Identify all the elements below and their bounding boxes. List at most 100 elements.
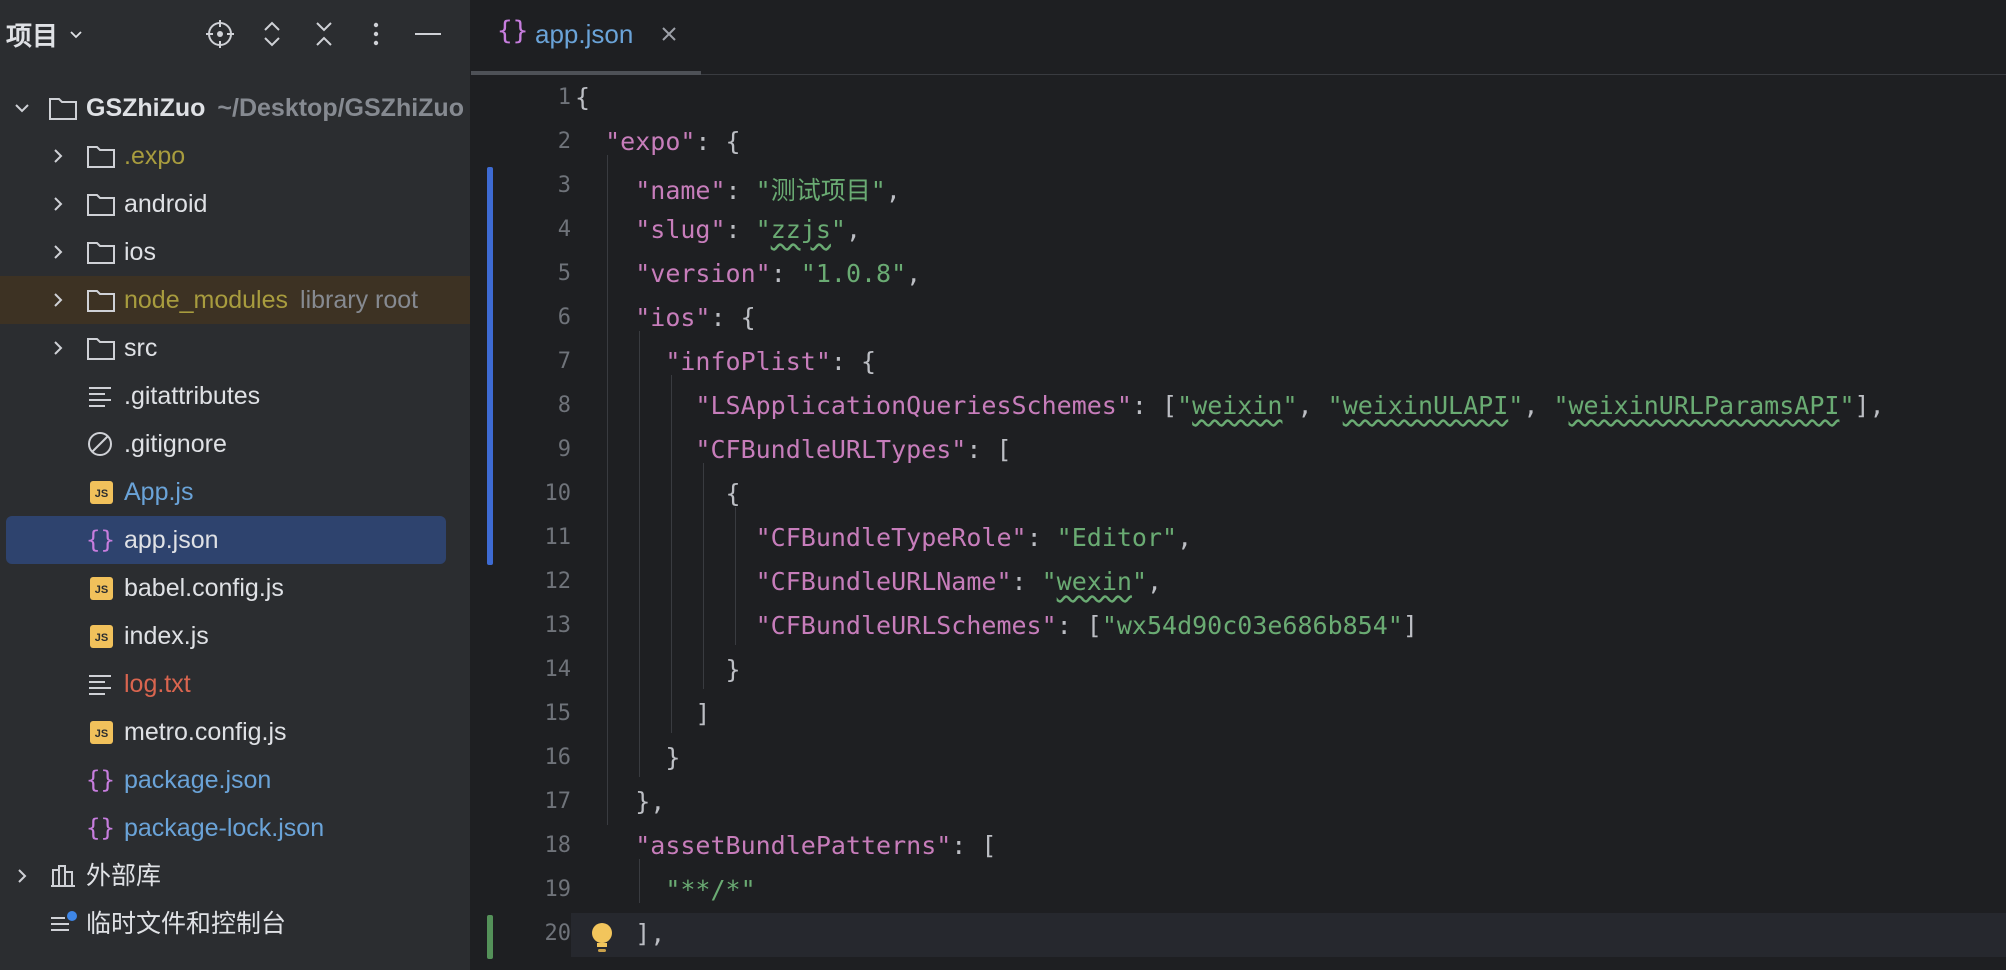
tree-item-label: 临时文件和控制台 <box>86 910 287 938</box>
line-number: 7 <box>557 349 571 374</box>
chevron-right-icon[interactable] <box>48 242 68 262</box>
chevron-right-icon[interactable] <box>48 146 68 166</box>
json-file-icon: {} <box>86 766 115 794</box>
code-line: { <box>575 83 591 112</box>
line-number: 9 <box>557 437 571 462</box>
line-number: 15 <box>544 701 572 726</box>
collapse-all-icon[interactable] <box>308 18 340 50</box>
tree-item-scratches[interactable]: 临时文件和控制台 <box>0 900 470 948</box>
line-number: 8 <box>557 393 571 418</box>
code-line: { <box>725 479 741 508</box>
scratches-console-icon <box>51 911 77 931</box>
tree-item-label: App.js <box>124 478 194 506</box>
tree-item-package-lock[interactable]: {} package-lock.json <box>0 804 470 852</box>
line-number: 20 <box>544 921 572 946</box>
json-file-icon: {} <box>497 16 529 46</box>
tree-item-label: android <box>124 190 208 218</box>
line-number: 11 <box>544 525 572 550</box>
line-number: 5 <box>557 261 571 286</box>
tree-item-log-txt[interactable]: log.txt <box>0 660 470 708</box>
chevron-down-icon <box>70 30 82 38</box>
line-number: 17 <box>544 789 572 814</box>
more-icon[interactable] <box>360 18 392 50</box>
text-file-icon <box>89 675 111 695</box>
tree-item-gitattributes[interactable]: .gitattributes <box>0 372 470 420</box>
tree-item-metro-config[interactable]: JS metro.config.js <box>0 708 470 756</box>
tree-item-ios[interactable]: ios <box>0 228 470 276</box>
js-file-icon: JS <box>90 481 113 504</box>
tree-item-gitignore[interactable]: .gitignore <box>0 420 470 468</box>
tree-item-index-js[interactable]: JS index.js <box>0 612 470 660</box>
project-view-selector[interactable]: 项目 <box>6 16 84 53</box>
line-number: 10 <box>544 481 572 506</box>
tree-item-android[interactable]: android <box>0 180 470 228</box>
js-file-icon: JS <box>90 721 113 744</box>
line-number: 13 <box>544 613 572 638</box>
code-line: "ios": { <box>635 303 756 332</box>
tab-label: app.json <box>535 19 634 49</box>
tree-item-app-json[interactable]: {} app.json <box>6 516 446 564</box>
project-panel-header: 项目 <box>0 0 470 70</box>
line-number: 16 <box>544 745 572 770</box>
code-line: "assetBundlePatterns": [ <box>635 831 997 860</box>
line-number: 2 <box>557 129 571 154</box>
tree-item-node-modules[interactable]: node_modules library root <box>0 276 470 324</box>
chevron-right-icon[interactable] <box>48 338 68 358</box>
tree-item-label: log.txt <box>124 670 191 698</box>
tree-root-gszhizuo[interactable]: GSZhiZuo ~/Desktop/GSZhiZuo <box>0 84 470 132</box>
lightbulb-icon[interactable] <box>589 921 615 955</box>
minimize-icon[interactable] <box>412 18 444 50</box>
chevron-down-icon[interactable] <box>12 98 32 118</box>
code-editor[interactable]: 1 2 3 4 5 6 7 8 9 10 11 12 13 14 15 16 1… <box>471 75 2006 970</box>
close-icon[interactable] <box>657 22 681 46</box>
line-number: 19 <box>544 877 572 902</box>
tree-item-label: 外部库 <box>86 862 162 890</box>
tree-item-label: .expo <box>124 142 186 170</box>
line-number: 18 <box>544 833 572 858</box>
tree-item-external-libraries[interactable]: 外部库 <box>0 852 470 900</box>
tree-item-expo[interactable]: .expo <box>0 132 470 180</box>
locate-icon[interactable] <box>204 18 236 50</box>
folder-icon <box>87 194 115 216</box>
tree-root-path: ~/Desktop/GSZhiZuo <box>217 94 464 122</box>
project-panel-title: 项目 <box>6 21 59 51</box>
tree-item-label: .gitattributes <box>124 382 261 410</box>
editor-area: {} app.json 1 2 3 4 5 6 7 8 9 10 11 12 1… <box>471 0 2006 970</box>
chevron-right-icon[interactable] <box>48 194 68 214</box>
chevron-right-icon[interactable] <box>12 866 32 886</box>
folder-icon <box>49 98 77 120</box>
tree-item-label: babel.config.js <box>124 574 284 602</box>
code-line: "LSApplicationQueriesSchemes": ["weixin"… <box>695 391 1885 420</box>
code-line: "CFBundleURLName": "wexin", <box>755 567 1163 596</box>
code-line: "expo": { <box>605 127 741 156</box>
text-file-icon <box>89 387 111 407</box>
tree-item-babel-config[interactable]: JS babel.config.js <box>0 564 470 612</box>
code-line: } <box>665 743 681 772</box>
code-line: }, <box>635 787 666 816</box>
expand-all-icon[interactable] <box>256 18 288 50</box>
code-line: "infoPlist": { <box>665 347 877 376</box>
folder-icon <box>87 242 115 264</box>
code-line: ] <box>695 699 711 728</box>
tree-item-label: metro.config.js <box>124 718 287 746</box>
tree-item-app-js[interactable]: JS App.js <box>0 468 470 516</box>
tree-root-label: GSZhiZuo ~/Desktop/GSZhiZuo <box>86 94 464 122</box>
tree-item-label: ios <box>124 238 156 266</box>
code-line: "name": "测试项目", <box>635 176 901 205</box>
tree-item-label: package-lock.json <box>124 814 325 842</box>
json-file-icon: {} <box>86 814 115 842</box>
js-file-icon: JS <box>90 625 113 648</box>
library-root-hint: library root <box>300 286 419 314</box>
tree-item-src[interactable]: src <box>0 324 470 372</box>
code-line: "CFBundleURLSchemes": ["wx54d90c03e686b8… <box>755 611 1418 640</box>
code-line: "CFBundleURLTypes": [ <box>695 435 1012 464</box>
js-file-icon: JS <box>90 577 113 600</box>
tree-item-package-json[interactable]: {} package.json <box>0 756 470 804</box>
line-number: 14 <box>544 657 572 682</box>
line-number: 1 <box>557 85 571 110</box>
tab-app-json[interactable]: {} app.json <box>471 0 701 75</box>
chevron-right-icon[interactable] <box>48 290 68 310</box>
code-line: } <box>725 655 741 684</box>
current-line-highlight <box>571 913 2006 957</box>
folder-icon <box>87 146 115 168</box>
